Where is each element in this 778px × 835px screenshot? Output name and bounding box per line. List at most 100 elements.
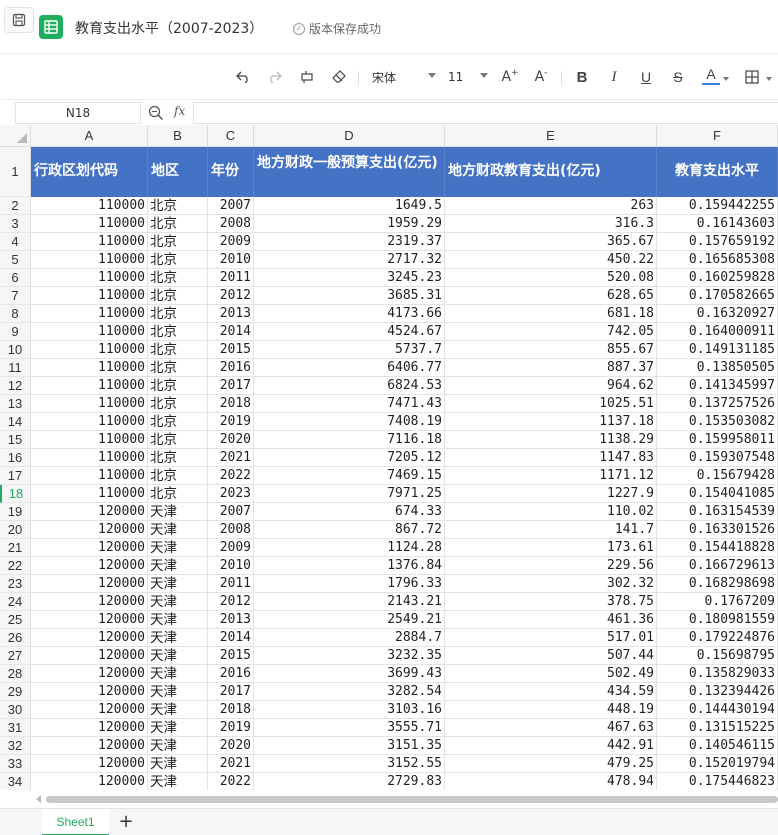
cell-budget[interactable]: 1649.5 [254,197,445,215]
cell-level[interactable]: 0.168298698 [657,575,778,593]
cell-year[interactable]: 2020 [208,737,254,755]
cell-level[interactable]: 0.154041085 [657,485,778,503]
row-header[interactable]: 7 [0,287,31,305]
cell-budget[interactable]: 3685.31 [254,287,445,305]
cell-year[interactable]: 2008 [208,215,254,233]
cell-year[interactable]: 2011 [208,269,254,287]
undo-button[interactable] [234,65,252,89]
cell-level[interactable]: 0.160259828 [657,269,778,287]
cell-edu[interactable]: 434.59 [445,683,657,701]
cell-code[interactable]: 110000 [31,341,148,359]
cell-level[interactable]: 0.140546115 [657,737,778,755]
cell-region[interactable]: 天津 [148,575,208,593]
cell-year[interactable]: 2020 [208,431,254,449]
cell-region[interactable]: 天津 [148,683,208,701]
cell-edu[interactable]: 229.56 [445,557,657,575]
row-header[interactable]: 34 [0,773,31,790]
cell-region[interactable]: 天津 [148,503,208,521]
cell-region[interactable]: 北京 [148,395,208,413]
cell-budget[interactable]: 3555.71 [254,719,445,737]
decrease-font-button[interactable]: A- [532,65,550,89]
row-header[interactable]: 30 [0,701,31,719]
cell-budget[interactable]: 2884.7 [254,629,445,647]
header-cell-level[interactable]: 教育支出水平 [657,147,778,197]
cell-code[interactable]: 120000 [31,557,148,575]
cell-edu[interactable]: 110.02 [445,503,657,521]
cell-code[interactable]: 120000 [31,629,148,647]
cell-code[interactable]: 110000 [31,431,148,449]
cell-budget[interactable]: 1796.33 [254,575,445,593]
cell-level[interactable]: 0.164000911 [657,323,778,341]
cell-level[interactable]: 0.132394426 [657,683,778,701]
cell-year[interactable]: 2021 [208,755,254,773]
cell-edu[interactable]: 378.75 [445,593,657,611]
cell-level[interactable]: 0.179224876 [657,629,778,647]
cell-year[interactable]: 2014 [208,323,254,341]
cell-code[interactable]: 120000 [31,521,148,539]
cell-level[interactable]: 0.131515225 [657,719,778,737]
cell-code[interactable]: 110000 [31,251,148,269]
row-header[interactable]: 32 [0,737,31,755]
borders-button[interactable] [743,65,761,89]
row-header[interactable]: 11 [0,359,31,377]
cell-budget[interactable]: 7408.19 [254,413,445,431]
cell-budget[interactable]: 2717.32 [254,251,445,269]
cell-code[interactable]: 120000 [31,539,148,557]
cell-region[interactable]: 天津 [148,629,208,647]
row-header[interactable]: 9 [0,323,31,341]
cell-budget[interactable]: 7469.15 [254,467,445,485]
cell-edu[interactable]: 1137.18 [445,413,657,431]
cell-edu[interactable]: 681.18 [445,305,657,323]
cell-region[interactable]: 天津 [148,593,208,611]
cell-region[interactable]: 北京 [148,287,208,305]
cell-level[interactable]: 0.175446823 [657,773,778,790]
cell-code[interactable]: 110000 [31,233,148,251]
cell-code[interactable]: 120000 [31,755,148,773]
row-header[interactable]: 14 [0,413,31,431]
cell-edu[interactable]: 520.08 [445,269,657,287]
name-box[interactable]: N18 [15,102,141,124]
cell-region[interactable]: 天津 [148,719,208,737]
cell-year[interactable]: 2017 [208,683,254,701]
cell-code[interactable]: 110000 [31,485,148,503]
cell-level[interactable]: 0.170582665 [657,287,778,305]
cell-year[interactable]: 2015 [208,647,254,665]
formula-input[interactable] [193,102,778,124]
cell-budget[interactable]: 7471.43 [254,395,445,413]
cell-budget[interactable]: 7205.12 [254,449,445,467]
cell-level[interactable]: 0.149131185 [657,341,778,359]
cell-year[interactable]: 2019 [208,719,254,737]
cell-region[interactable]: 北京 [148,341,208,359]
cell-code[interactable]: 120000 [31,665,148,683]
cell-year[interactable]: 2010 [208,251,254,269]
cell-year[interactable]: 2012 [208,287,254,305]
cell-year[interactable]: 2009 [208,233,254,251]
cell-budget[interactable]: 7971.25 [254,485,445,503]
cell-code[interactable]: 110000 [31,359,148,377]
cell-year[interactable]: 2017 [208,377,254,395]
cell-level[interactable]: 0.159307548 [657,449,778,467]
row-header[interactable]: 17 [0,467,31,485]
cell-region[interactable]: 天津 [148,539,208,557]
cell-level[interactable]: 0.1767209 [657,593,778,611]
cell-budget[interactable]: 2143.21 [254,593,445,611]
cell-region[interactable]: 北京 [148,233,208,251]
strikethrough-button[interactable]: S [670,65,686,89]
cell-budget[interactable]: 2319.37 [254,233,445,251]
cell-budget[interactable]: 3152.55 [254,755,445,773]
cell-year[interactable]: 2016 [208,359,254,377]
cell-code[interactable]: 120000 [31,737,148,755]
add-sheet-button[interactable]: + [116,812,136,832]
cell-region[interactable]: 北京 [148,215,208,233]
row-header[interactable]: 12 [0,377,31,395]
select-all-corner[interactable] [0,125,31,147]
cell-region[interactable]: 天津 [148,737,208,755]
cell-code[interactable]: 110000 [31,449,148,467]
header-cell-region[interactable]: 地区 [148,147,208,197]
row-header[interactable]: 25 [0,611,31,629]
font-family-select[interactable]: 宋体 [366,67,438,87]
row-header[interactable]: 1 [0,147,31,197]
row-header[interactable]: 22 [0,557,31,575]
cell-edu[interactable]: 173.61 [445,539,657,557]
column-header-f[interactable]: F [657,125,778,147]
